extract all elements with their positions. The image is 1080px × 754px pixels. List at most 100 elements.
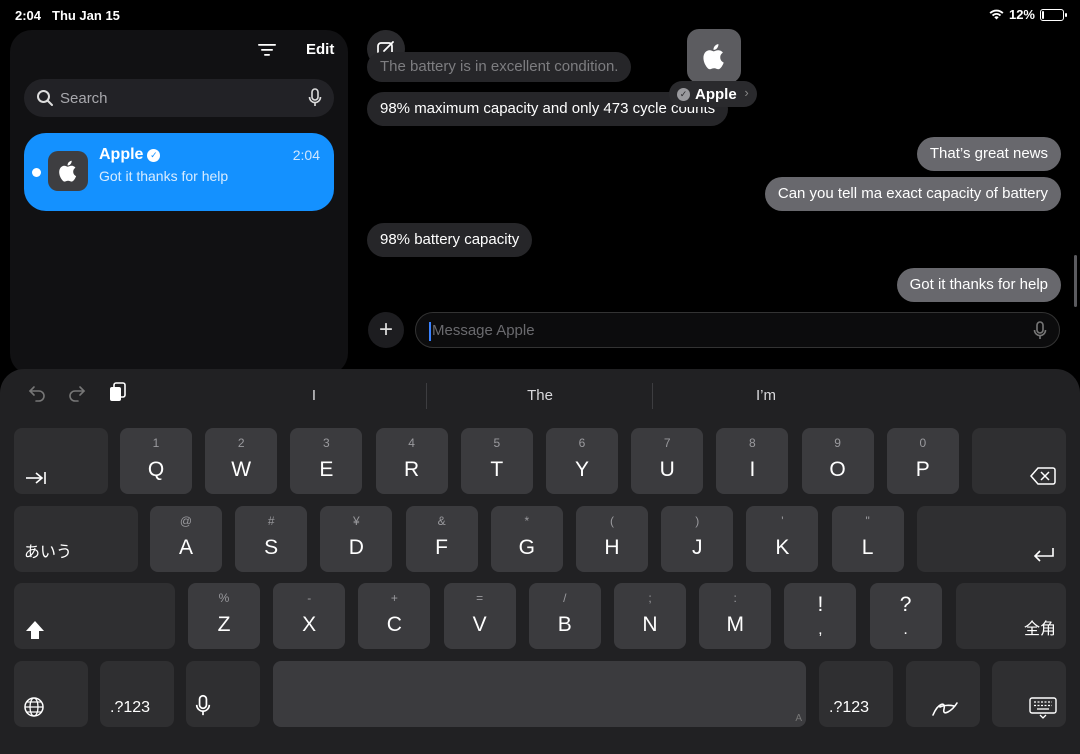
contact-name: Apple — [695, 85, 737, 103]
key-secondary-label: 7 — [663, 436, 671, 450]
battery-level — [1042, 10, 1044, 19]
redo-icon[interactable] — [66, 381, 88, 403]
contact-avatar[interactable] — [687, 29, 741, 83]
key-z[interactable]: % Z — [188, 583, 260, 649]
key-b[interactable]: / B — [528, 583, 601, 649]
search-field[interactable]: Search — [24, 79, 334, 117]
key-y[interactable]: 6Y — [546, 428, 618, 494]
key-u[interactable]: 7U — [631, 428, 704, 494]
conversation-preview: Got it thanks for help — [99, 168, 229, 184]
status-date: Thu Jan 15 — [52, 8, 120, 23]
key-secondary-label: 4 — [408, 436, 415, 450]
key-t[interactable]: 5T — [460, 428, 533, 494]
key-primary-label: V — [472, 613, 487, 636]
message-input[interactable]: Message Apple — [415, 312, 1060, 348]
key-primary-label: Q — [147, 458, 165, 481]
text-caret — [429, 322, 431, 341]
key-primary-label: E — [319, 458, 334, 481]
key-primary-label: R — [404, 458, 420, 481]
dictation-key[interactable] — [186, 661, 260, 727]
key-q[interactable]: 1Q — [120, 428, 192, 494]
message-bubble-outgoing: That’s great news — [916, 137, 1061, 171]
contact-name-button[interactable]: ✓ Apple › — [669, 81, 757, 107]
add-attachment-button[interactable]: + — [368, 312, 404, 348]
full-width-key[interactable]: 全角 — [956, 583, 1066, 649]
key-x[interactable]: -X — [273, 583, 346, 649]
undo-icon[interactable] — [26, 381, 48, 403]
numbers-key-right[interactable]: .?123 — [819, 661, 893, 727]
key-i[interactable]: 8I — [716, 428, 789, 494]
key-n[interactable]: ; N — [614, 583, 686, 649]
key-k[interactable]: ' K — [746, 506, 819, 572]
return-key[interactable] — [917, 506, 1066, 572]
message-placeholder: Message Apple — [432, 322, 535, 339]
globe-key[interactable] — [14, 661, 88, 727]
suggestion-divider — [652, 383, 653, 409]
key-g[interactable]: * G — [490, 506, 563, 572]
numbers-key-left[interactable]: .?123 — [100, 661, 174, 727]
suggestion-2[interactable]: The — [480, 387, 600, 404]
key-d[interactable]: ¥ D — [320, 506, 393, 572]
suggestion-3[interactable]: I’m — [706, 387, 826, 404]
suggestion-divider — [426, 383, 427, 409]
full-width-label: 全角 — [1023, 621, 1056, 638]
key-o[interactable]: 9O — [801, 428, 874, 494]
space-hint: A — [795, 713, 802, 724]
globe-icon — [24, 697, 44, 717]
key-secondary-label: ' — [781, 514, 784, 528]
hide-keyboard-key[interactable] — [992, 661, 1066, 727]
key-secondary-label: ) — [695, 514, 700, 528]
space-key[interactable]: A — [273, 661, 806, 727]
key-s[interactable]: # S — [235, 506, 308, 572]
conversation-name: Apple ✓ — [99, 146, 161, 164]
filter-icon[interactable] — [257, 42, 277, 58]
key-secondary-label: 6 — [578, 436, 586, 450]
key-a[interactable]: @ A — [150, 506, 222, 572]
scroll-indicator[interactable] — [1074, 255, 1077, 307]
key-m[interactable]: :M — [699, 583, 772, 649]
key-primary-label: C — [386, 613, 402, 636]
key-p[interactable]: 0P — [886, 428, 959, 494]
key-primary-label: O — [829, 458, 846, 481]
key-c[interactable]: + C — [358, 583, 431, 649]
delete-key[interactable] — [972, 428, 1066, 494]
key-w[interactable]: 2W — [205, 428, 278, 494]
key-f[interactable]: & F — [405, 506, 478, 572]
key-secondary-label: ; — [648, 591, 652, 605]
handwriting-key[interactable] — [906, 661, 980, 727]
status-bar: 2:04 Thu Jan 15 12% — [0, 0, 1080, 30]
key-secondary-label: ? — [899, 593, 912, 616]
key-secondary-label: / — [563, 591, 567, 605]
key-j[interactable]: ) J — [661, 506, 734, 572]
shift-key[interactable] — [14, 583, 175, 649]
key-primary-label: U — [659, 458, 675, 481]
microphone-icon[interactable] — [308, 88, 322, 108]
microphone-icon[interactable] — [1033, 321, 1047, 341]
tab-key[interactable] — [14, 428, 108, 494]
key-comma[interactable]: !, — [784, 583, 857, 649]
suggestion-1[interactable]: I — [254, 387, 374, 404]
key-primary-label: P — [915, 458, 930, 481]
key-secondary-label: 1 — [152, 436, 160, 450]
key-r[interactable]: 4R — [375, 428, 448, 494]
verified-badge-icon: ✓ — [147, 148, 161, 162]
clipboard-icon[interactable] — [107, 381, 129, 403]
kana-label: あいう — [24, 544, 73, 561]
conversation-row-apple[interactable]: Apple ✓ 2:04 Got it thanks for help — [24, 133, 334, 211]
key-primary-label: X — [302, 613, 317, 636]
key-v[interactable]: = V — [443, 583, 516, 649]
key-secondary-label: ! — [817, 593, 824, 616]
message-bubble-outgoing: Can you tell ma exact capacity of batter… — [764, 177, 1061, 211]
numbers-label: .?123 — [829, 699, 870, 716]
key-h[interactable]: (H — [576, 506, 648, 572]
key-secondary-label: 5 — [493, 436, 501, 450]
key-period[interactable]: ?. — [869, 583, 942, 649]
conversation-sidebar: Edit Search Apple ✓ 2:04 Got it thanks f… — [10, 30, 348, 375]
key-l[interactable]: " L — [831, 506, 904, 572]
key-primary-label: S — [264, 536, 279, 559]
kana-input-key[interactable]: あいう — [14, 506, 138, 572]
verified-badge-icon: ✓ — [677, 87, 690, 101]
edit-button[interactable]: Edit — [306, 41, 334, 58]
key-e[interactable]: 3E — [290, 428, 363, 494]
shift-arrow-icon — [26, 621, 44, 639]
